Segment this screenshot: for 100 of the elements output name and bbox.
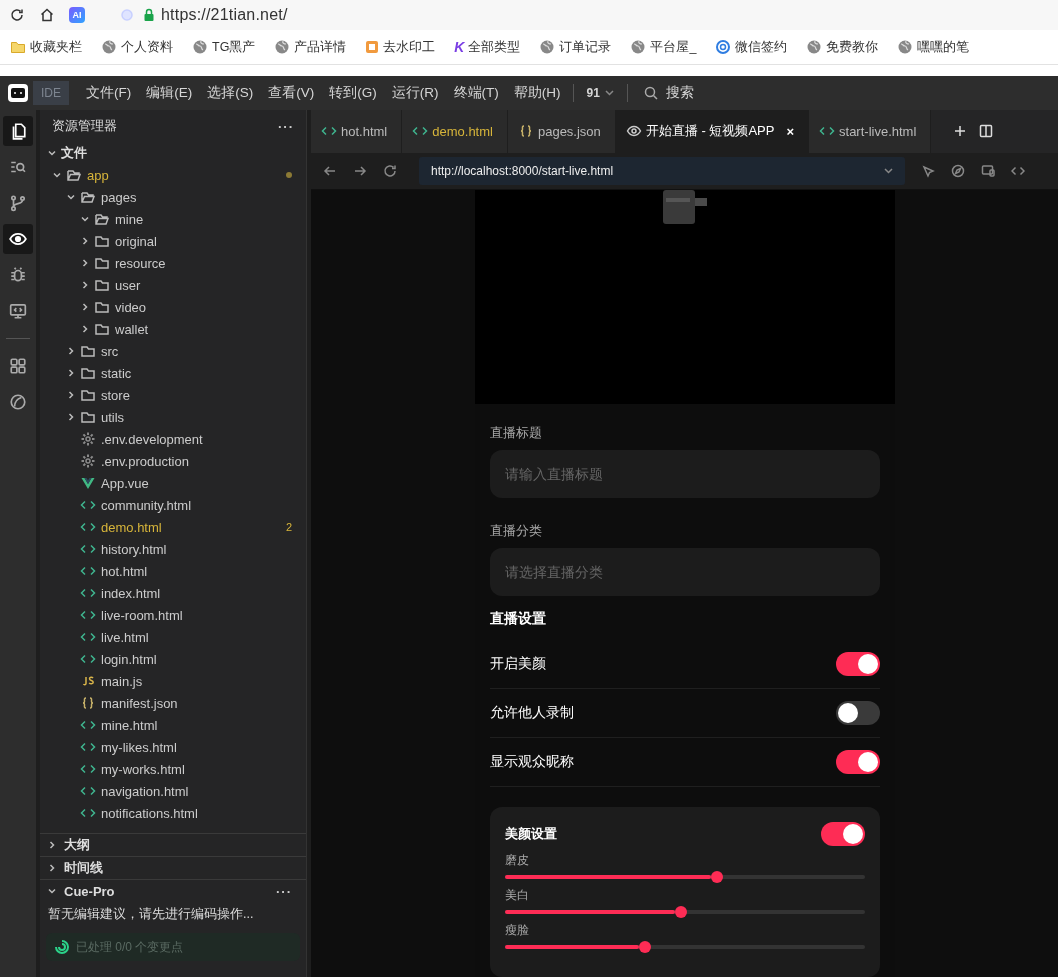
editor-tab[interactable]: start-live.html xyxy=(809,110,932,153)
cursor-icon[interactable] xyxy=(921,163,935,178)
reload-icon[interactable] xyxy=(383,163,397,178)
folder-item[interactable]: mine xyxy=(40,208,306,230)
file-item[interactable]: history.html xyxy=(40,538,306,560)
menu-item[interactable]: 文件(F) xyxy=(82,81,136,105)
bookmark-link[interactable]: 去水印工 xyxy=(365,38,436,56)
menu-item[interactable]: 编辑(E) xyxy=(142,81,197,105)
bookmark-link[interactable]: 收藏夹栏 xyxy=(10,38,82,56)
bookmark-link[interactable]: 订单记录 xyxy=(539,38,612,56)
slider-thumb[interactable] xyxy=(674,906,687,918)
file-item[interactable]: .env.production xyxy=(40,450,306,472)
bookmark-link[interactable]: TG黑产 xyxy=(192,38,256,56)
editor-tab[interactable]: pages.json xyxy=(507,110,616,153)
folder-item[interactable]: app xyxy=(40,164,306,186)
toggle-switch[interactable] xyxy=(835,701,880,725)
reload-icon[interactable] xyxy=(9,7,25,23)
file-item[interactable]: manifest.json xyxy=(40,692,306,714)
problem-count: 2 xyxy=(285,521,292,533)
folder-item[interactable]: static xyxy=(40,362,306,384)
bookmark-link[interactable]: K 全部类型 xyxy=(454,38,521,56)
files-tab[interactable] xyxy=(3,116,33,146)
menu-item[interactable]: 查看(V) xyxy=(264,81,319,105)
bookmark-link[interactable]: 免费教你 xyxy=(806,38,879,56)
close-icon[interactable]: × xyxy=(786,123,794,139)
more-button[interactable]: ··· xyxy=(278,118,294,134)
editor-tab[interactable]: demo.html xyxy=(402,110,508,153)
menu-item[interactable]: 选择(S) xyxy=(203,81,258,105)
file-item[interactable]: my-likes.html xyxy=(40,736,306,758)
slider-thumb[interactable] xyxy=(638,941,651,953)
back-icon[interactable] xyxy=(323,163,337,178)
eye-tab[interactable] xyxy=(3,224,33,254)
toggle-switch[interactable] xyxy=(820,822,865,846)
plus-icon[interactable] xyxy=(953,124,968,139)
split-icon[interactable] xyxy=(979,124,994,139)
address-bar[interactable]: https://21tian.net/ xyxy=(161,6,288,24)
folder-item[interactable]: wallet xyxy=(40,318,306,340)
text-field[interactable]: 请选择直播分类 xyxy=(489,548,880,596)
panel-title: 资源管理器 xyxy=(52,117,117,135)
forward-icon[interactable] xyxy=(353,163,367,178)
counter-dropdown[interactable]: 91 xyxy=(581,86,619,100)
panel-header[interactable]: Cue-Pro ··· xyxy=(40,879,306,902)
menu-item[interactable]: 转到(G) xyxy=(325,81,381,105)
app-logo-icon[interactable] xyxy=(7,83,29,103)
file-item[interactable]: notifications.html xyxy=(40,802,306,824)
file-item[interactable]: community.html xyxy=(40,494,306,516)
bookmark-link[interactable]: 平台屋_ xyxy=(630,38,697,56)
ide-label: IDE xyxy=(33,81,69,105)
menu-item[interactable]: 终端(T) xyxy=(449,81,503,105)
panel-header[interactable]: 大纲 xyxy=(40,833,306,856)
bookmark-link[interactable]: 产品详情 xyxy=(274,38,347,56)
slider-label: 瘦脸 xyxy=(504,922,530,939)
home-icon[interactable] xyxy=(39,7,55,23)
folder-item[interactable]: utils xyxy=(40,406,306,428)
folder-item[interactable]: resource xyxy=(40,252,306,274)
menu-item[interactable]: 运行(R) xyxy=(387,81,443,105)
file-item[interactable]: my-works.html xyxy=(40,758,306,780)
tree-section-header[interactable]: 文件 xyxy=(40,142,306,164)
folder-item[interactable]: pages xyxy=(40,186,306,208)
file-item[interactable]: login.html xyxy=(40,648,306,670)
caret-icon xyxy=(884,167,893,174)
app-logo[interactable]: AI xyxy=(69,7,85,23)
file-item[interactable]: demo.html 2 xyxy=(40,516,306,538)
folder-icon xyxy=(94,299,110,315)
file-item[interactable]: .env.development xyxy=(40,428,306,450)
toggle-switch[interactable] xyxy=(835,750,880,774)
file-item[interactable]: live.html xyxy=(40,626,306,648)
panel-header[interactable]: 时间线 xyxy=(40,856,306,879)
more-button[interactable]: ··· xyxy=(276,883,292,899)
folder-item[interactable]: store xyxy=(40,384,306,406)
editor-tab[interactable]: hot.html xyxy=(311,110,403,153)
folder-icon xyxy=(80,365,96,381)
toggle-switch[interactable] xyxy=(835,652,880,676)
file-item[interactable]: navigation.html xyxy=(40,780,306,802)
bookmark-link[interactable]: 个人资料 xyxy=(101,38,173,56)
file-item[interactable]: live-room.html xyxy=(40,604,306,626)
gear-icon xyxy=(80,453,96,469)
file-item[interactable]: App.vue xyxy=(40,472,306,494)
file-item[interactable]: main.js xyxy=(40,670,306,692)
lock-icon xyxy=(143,8,155,22)
folder-item[interactable]: original xyxy=(40,230,306,252)
folder-item[interactable]: video xyxy=(40,296,306,318)
status-text: 已处理 0/0 个变更点 xyxy=(76,938,184,956)
editor-tab[interactable]: 开始直播 - 短视频APP × xyxy=(615,110,809,153)
device-icon[interactable] xyxy=(981,163,995,178)
letter-logo: K xyxy=(454,39,465,55)
slider-thumb[interactable] xyxy=(710,871,723,883)
text-field[interactable]: 请输入直播标题 xyxy=(489,450,880,498)
folder-item[interactable]: user xyxy=(40,274,306,296)
globe-icon xyxy=(539,39,556,55)
search-button[interactable]: 搜索 xyxy=(635,84,702,102)
folder-item[interactable]: src xyxy=(40,340,306,362)
url-field[interactable]: http://localhost:8000/start-live.html xyxy=(419,156,905,185)
bookmark-link[interactable]: 微信签约 xyxy=(715,38,788,56)
file-item[interactable]: mine.html xyxy=(40,714,306,736)
compass-icon[interactable] xyxy=(951,163,965,178)
file-item[interactable]: index.html xyxy=(40,582,306,604)
bookmark-link[interactable]: 嘿嘿的笔 xyxy=(897,38,970,56)
file-item[interactable]: hot.html xyxy=(40,560,306,582)
menu-item[interactable]: 帮助(H) xyxy=(509,81,565,105)
